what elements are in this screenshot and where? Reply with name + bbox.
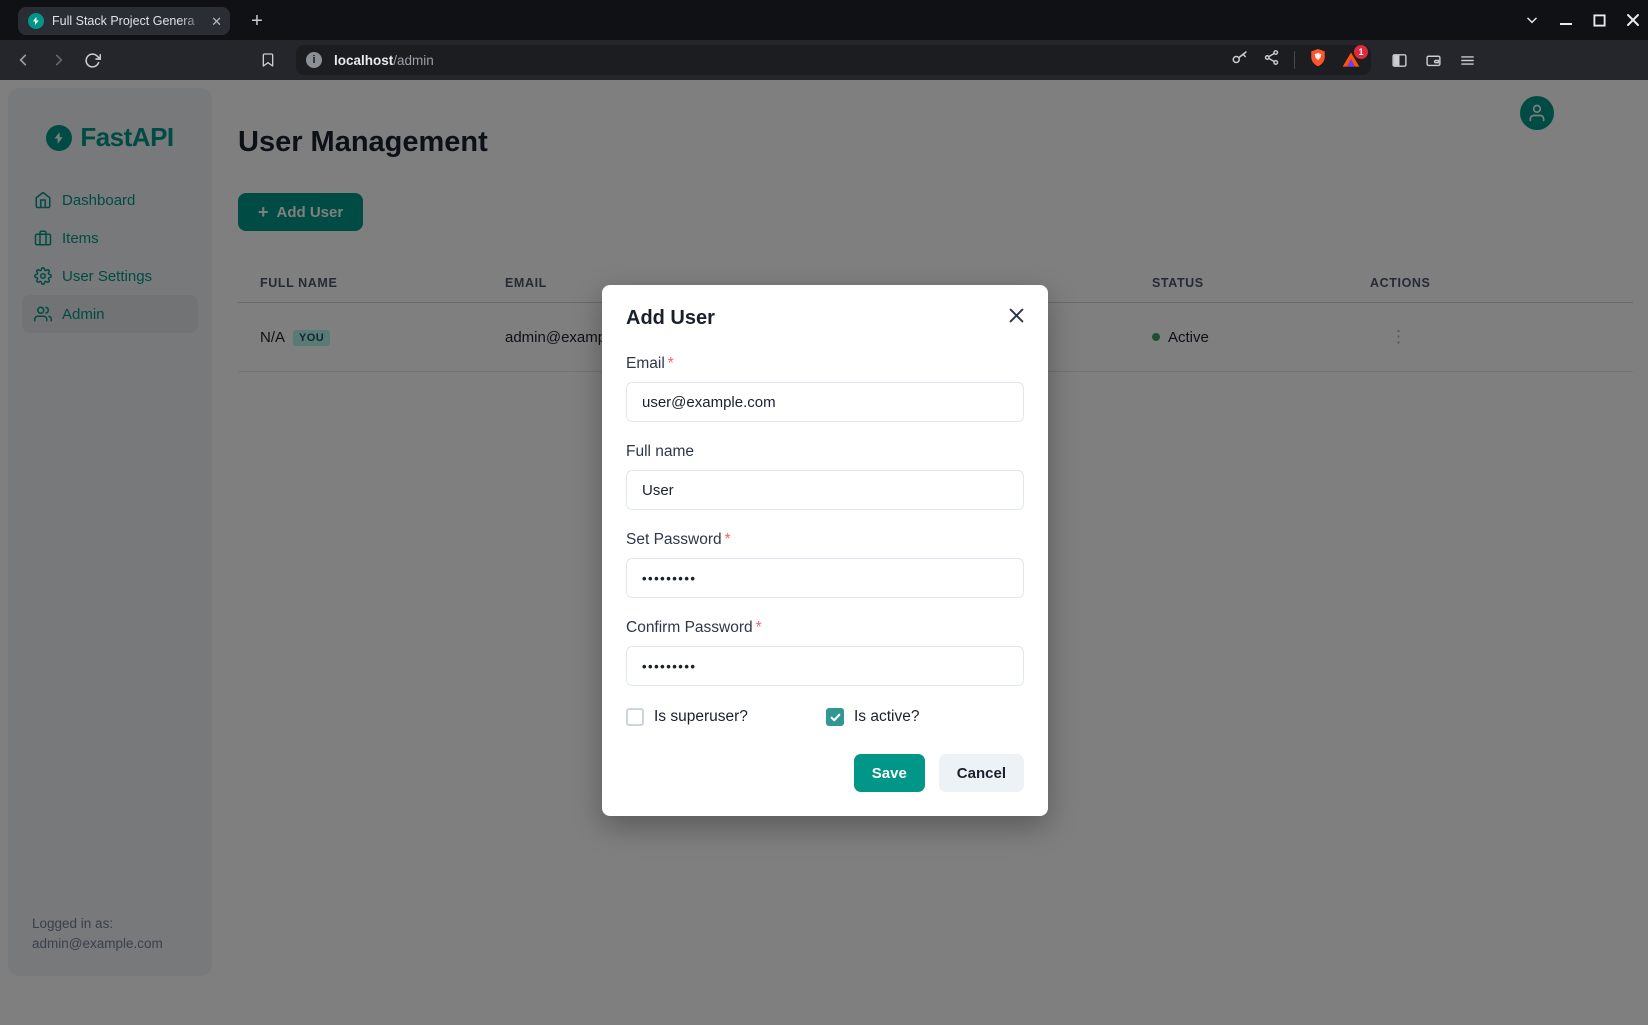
url-bar[interactable]: i localhost/admin 1 <box>296 45 1371 75</box>
required-asterisk: * <box>668 355 674 372</box>
set-password-field-group: Set Password* <box>626 530 1024 598</box>
window-maximize-button[interactable] <box>1593 14 1606 27</box>
checkbox-unchecked-icon[interactable] <box>626 708 644 726</box>
browser-window: Full Stack Project Genera ✕ + <box>0 0 1648 1025</box>
modal-close-icon[interactable] <box>1002 301 1030 329</box>
confirm-password-field[interactable] <box>626 646 1024 686</box>
reload-button[interactable] <box>78 46 106 74</box>
is-superuser-checkbox[interactable]: Is superuser? <box>626 708 826 726</box>
full-name-field[interactable] <box>626 470 1024 510</box>
password-key-icon[interactable] <box>1231 49 1249 72</box>
full-name-label: Full name <box>626 442 1024 462</box>
page-viewport: FastAPI Dashboard Items User Settings A <box>0 80 1648 1025</box>
save-button[interactable]: Save <box>854 754 925 792</box>
is-superuser-label: Is superuser? <box>654 708 748 726</box>
modal-title: Add User <box>626 307 1024 330</box>
sidebar-panel-icon[interactable] <box>1385 46 1413 74</box>
is-active-label: Is active? <box>854 708 919 726</box>
menu-hamburger-icon[interactable] <box>1453 46 1481 74</box>
bookmark-icon[interactable] <box>254 46 282 74</box>
email-field-group: Email* <box>626 354 1024 422</box>
confirm-password-field-group: Confirm Password* <box>626 618 1024 686</box>
url-host: localhost <box>334 53 393 68</box>
brave-shield-icon[interactable] <box>1309 48 1327 73</box>
set-password-field[interactable] <box>626 558 1024 598</box>
brave-rewards-icon[interactable]: 1 <box>1341 50 1361 70</box>
is-active-checkbox[interactable]: Is active? <box>826 708 919 726</box>
url-text[interactable]: localhost/admin <box>334 53 1231 68</box>
new-tab-button[interactable]: + <box>244 8 270 34</box>
full-name-field-group: Full name <box>626 442 1024 510</box>
browser-toolbar: i localhost/admin 1 <box>0 40 1648 80</box>
fastapi-favicon-icon <box>28 13 44 29</box>
set-password-label: Set Password* <box>626 530 1024 550</box>
toolbar-separator <box>1294 51 1295 69</box>
confirm-password-label: Confirm Password* <box>626 618 1024 638</box>
window-close-button[interactable] <box>1626 13 1640 27</box>
url-path: /admin <box>393 53 434 68</box>
wallet-icon[interactable] <box>1419 46 1447 74</box>
window-minimize-button[interactable] <box>1559 13 1573 27</box>
tab-title: Full Stack Project Genera <box>52 14 207 28</box>
required-asterisk: * <box>756 619 762 636</box>
add-user-modal: Add User Email* Full name Set Password* … <box>602 285 1048 816</box>
browser-titlebar: Full Stack Project Genera ✕ + <box>0 0 1648 40</box>
back-button[interactable] <box>10 46 38 74</box>
tab-close-icon[interactable]: ✕ <box>211 15 222 28</box>
cancel-button[interactable]: Cancel <box>939 754 1024 792</box>
rewards-badge: 1 <box>1354 45 1368 59</box>
email-label: Email* <box>626 354 1024 374</box>
modal-footer: Save Cancel <box>626 754 1024 792</box>
email-field[interactable] <box>626 382 1024 422</box>
share-icon[interactable] <box>1263 49 1280 71</box>
checkbox-row: Is superuser? Is active? <box>626 708 1024 726</box>
tab-search-chevron-icon[interactable] <box>1525 13 1539 27</box>
checkbox-checked-icon[interactable] <box>826 708 844 726</box>
browser-tab[interactable]: Full Stack Project Genera ✕ <box>18 7 230 35</box>
required-asterisk: * <box>725 531 731 548</box>
forward-button[interactable] <box>44 46 72 74</box>
site-info-icon[interactable]: i <box>306 52 322 68</box>
